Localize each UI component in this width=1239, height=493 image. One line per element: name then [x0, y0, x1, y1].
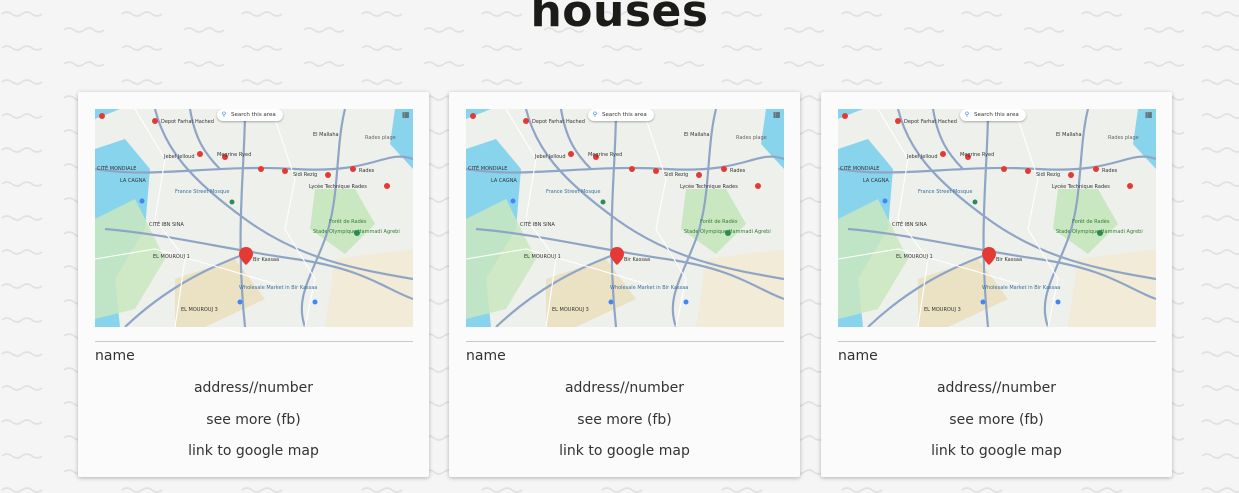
see-more-link[interactable]: see more (fb) [78, 412, 429, 428]
map-thumbnail[interactable]: Depot Farhat Hached El Mallaha Rades pla… [95, 109, 413, 327]
map-label: Rades plage [365, 135, 396, 141]
map-label: France Street Mosque [918, 189, 972, 195]
map-label: Bir Kassaa [996, 257, 1022, 263]
house-name: name [95, 348, 135, 364]
map-label: EL MOUROUJ 3 [924, 307, 961, 313]
apps-grid-icon[interactable]: ▦ [402, 111, 410, 119]
map-search-button[interactable]: ⚲ Search this area [960, 109, 1026, 121]
map-label: Stade Olympique Hammadi Agrebi [684, 229, 771, 235]
map-label: Rades plage [736, 135, 767, 141]
search-icon: ⚲ [221, 111, 227, 118]
see-more-link[interactable]: see more (fb) [821, 412, 1172, 428]
map-label: Forêt de Radès [700, 218, 738, 225]
google-map-link[interactable]: link to google map [821, 443, 1172, 459]
house-card: Depot Farhat Hached El Mallaha Rades pla… [821, 92, 1172, 477]
map-label: Rades [1102, 168, 1118, 174]
map-label: Rades [359, 168, 375, 174]
map-label: Lycée Technique Rades [680, 183, 738, 190]
google-map-link[interactable]: link to google map [449, 443, 800, 459]
map-label: Depot Farhat Hached [532, 119, 585, 125]
map-search-label: Search this area [974, 112, 1019, 118]
map-label: Wholesale Market in Bir Kassaa [239, 285, 317, 291]
map-label: El Mallaha [1056, 132, 1082, 138]
map-label: El Mallaha [684, 132, 710, 138]
map-label: EL MOUROUJ 1 [524, 254, 561, 260]
map-label: Wholesale Market in Bir Kassaa [610, 285, 688, 291]
map-search-button[interactable]: ⚲ Search this area [588, 109, 654, 121]
map-label: EL MOUROUJ 3 [552, 307, 589, 313]
map-label: CITÉ IBN SINA [520, 220, 555, 228]
house-address: address//number [936, 380, 1057, 396]
house-card: Depot Farhat Hached El Mallaha Rades pla… [78, 92, 429, 477]
map-label: CITÉ MONDIALE [468, 164, 507, 172]
map-label: Stade Olympique Hammadi Agrebi [313, 229, 400, 235]
map-thumbnail[interactable]: Depot Farhat Hached El Mallaha Rades pla… [838, 109, 1156, 327]
map-label: Sidi Rezig [664, 172, 688, 178]
map-label: Megrine Ryed [960, 152, 994, 158]
card-divider [95, 341, 413, 342]
map-label: Lycée Technique Rades [1052, 183, 1110, 190]
map-label: LA CAGNA [491, 178, 517, 184]
map-label: Forêt de Radès [1072, 218, 1110, 225]
map-label: Rades plage [1108, 135, 1139, 141]
map-search-label: Search this area [231, 112, 276, 118]
map-label: CITÉ MONDIALE [97, 164, 136, 172]
map-label: LA CAGNA [863, 178, 889, 184]
see-more-link[interactable]: see more (fb) [449, 412, 800, 428]
map-label: Bir Kassaa [253, 257, 279, 263]
map-label: EL MOUROUJ 1 [896, 254, 933, 260]
map-label: EL MOUROUJ 1 [153, 254, 190, 260]
map-label: Wholesale Market in Bir Kassaa [982, 285, 1060, 291]
map-search-button[interactable]: ⚲ Search this area [217, 109, 283, 121]
map-label: CITÉ IBN SINA [149, 220, 184, 228]
map-label: France Street Mosque [546, 189, 600, 195]
page-title: houses [530, 0, 709, 37]
map-label: Jebel Jelloud [534, 154, 566, 160]
search-icon: ⚲ [592, 111, 598, 118]
google-map-link[interactable]: link to google map [78, 443, 429, 459]
map-label: Depot Farhat Hached [161, 119, 214, 125]
house-name: name [838, 348, 878, 364]
map-label: Forêt de Radès [329, 218, 367, 225]
apps-grid-icon[interactable]: ▦ [1145, 111, 1153, 119]
map-search-label: Search this area [602, 112, 647, 118]
map-label: LA CAGNA [120, 178, 146, 184]
map-label: Megrine Ryed [217, 152, 251, 158]
map-label: Bir Kassaa [624, 257, 650, 263]
map-label: CITÉ MONDIALE [840, 164, 879, 172]
map-label: EL MOUROUJ 3 [181, 307, 218, 313]
card-divider [466, 341, 784, 342]
house-name: name [466, 348, 506, 364]
map-label: Sidi Rezig [293, 172, 317, 178]
map-label: Megrine Ryed [588, 152, 622, 158]
map-label: CITÉ IBN SINA [892, 220, 927, 228]
map-label: Jebel Jelloud [906, 154, 938, 160]
apps-grid-icon[interactable]: ▦ [773, 111, 781, 119]
map-label: Stade Olympique Hammadi Agrebi [1056, 229, 1143, 235]
house-address: address//number [564, 380, 685, 396]
map-label: Jebel Jelloud [163, 154, 195, 160]
map-label: El Mallaha [313, 132, 339, 138]
map-label: France Street Mosque [175, 189, 229, 195]
house-card: Depot Farhat Hached El Mallaha Rades pla… [449, 92, 800, 477]
map-label: Depot Farhat Hached [904, 119, 957, 125]
search-icon: ⚲ [964, 111, 970, 118]
map-label: Sidi Rezig [1036, 172, 1060, 178]
card-divider [838, 341, 1156, 342]
map-thumbnail[interactable]: Depot Farhat Hached El Mallaha Rades pla… [466, 109, 784, 327]
house-address: address//number [193, 380, 314, 396]
map-label: Rades [730, 168, 746, 174]
map-label: Lycée Technique Rades [309, 183, 367, 190]
